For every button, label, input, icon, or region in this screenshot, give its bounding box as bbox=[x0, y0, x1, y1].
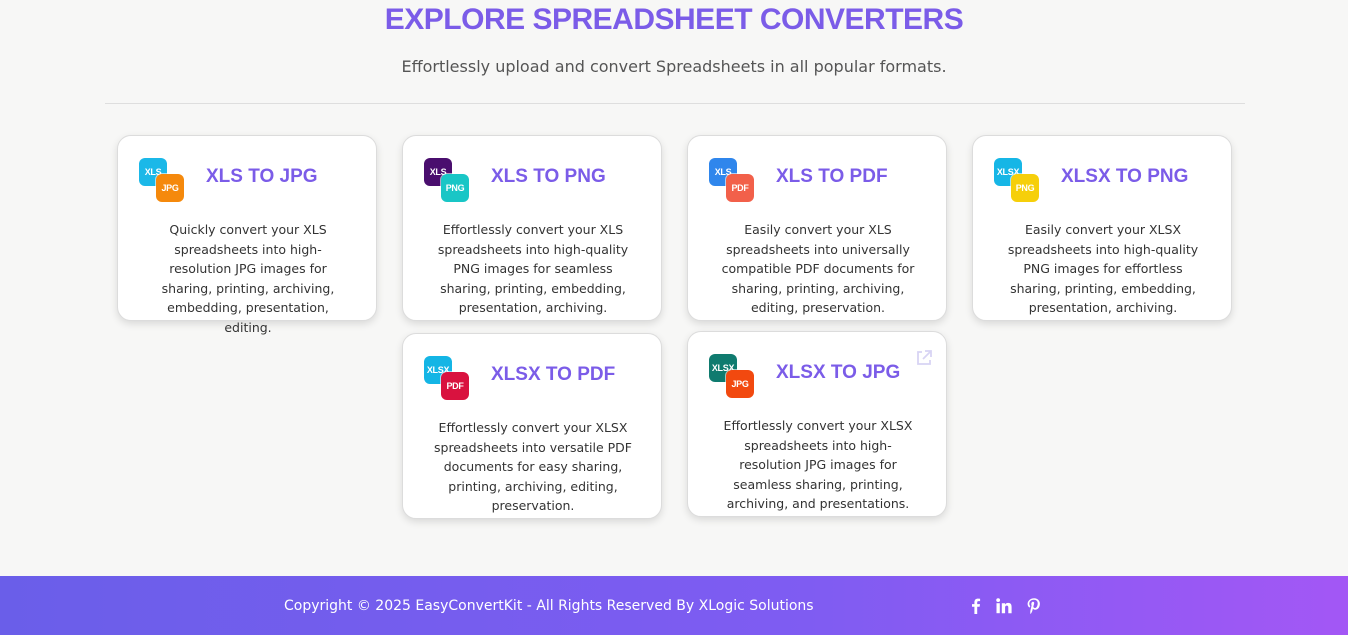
card-title[interactable]: XLSX TO PDF bbox=[491, 360, 615, 390]
converter-icon: XLSX PDF bbox=[424, 356, 470, 402]
page-subtitle: Effortlessly upload and convert Spreadsh… bbox=[401, 57, 947, 76]
card-description: Effortlessly convert your XLSX spreadshe… bbox=[723, 418, 913, 511]
converter-card-xls-to-pdf[interactable]: XLS PDF XLS TO PDF Easily convert your X… bbox=[687, 135, 947, 321]
pinterest-icon[interactable] bbox=[1025, 597, 1043, 615]
to-format-badge: PNG bbox=[441, 174, 469, 202]
facebook-icon[interactable] bbox=[967, 597, 985, 615]
card-description: Easily convert your XLS spreadsheets int… bbox=[721, 222, 915, 315]
to-format-badge: PNG bbox=[1011, 174, 1039, 202]
page-title: EXPLORE SPREADSHEET CONVERTERS bbox=[384, 3, 964, 36]
converter-card-xlsx-to-jpg[interactable]: XLSX JPG XLSX TO JPG Effortlessly conver… bbox=[687, 331, 947, 517]
linkedin-icon[interactable] bbox=[995, 597, 1013, 615]
card-title[interactable]: XLS TO PNG bbox=[491, 162, 606, 192]
to-format-badge: JPG bbox=[156, 174, 184, 202]
card-description: Effortlessly convert your XLS spreadshee… bbox=[437, 222, 629, 315]
converter-card-xlsx-to-png[interactable]: XLSX PNG XLSX TO PNG Easily convert your… bbox=[972, 135, 1232, 321]
card-title[interactable]: XLSX TO JPG bbox=[776, 358, 900, 388]
card-title[interactable]: XLS TO JPG bbox=[206, 162, 318, 192]
to-format-badge: PDF bbox=[441, 372, 469, 400]
converter-icon: XLS PDF bbox=[709, 158, 755, 204]
card-description: Effortlessly convert your XLSX spreadshe… bbox=[434, 420, 632, 513]
copyright-text: Copyright © 2025 EasyConvertKit - All Ri… bbox=[284, 598, 814, 614]
card-description: Easily convert your XLSX spreadsheets in… bbox=[1007, 222, 1199, 315]
card-title[interactable]: XLS TO PDF bbox=[776, 162, 888, 192]
card-title[interactable]: XLSX TO PNG bbox=[1061, 162, 1188, 192]
converter-icon: XLS JPG bbox=[139, 158, 185, 204]
converter-card-xls-to-png[interactable]: XLS PNG XLS TO PNG Effortlessly convert … bbox=[402, 135, 662, 321]
to-format-badge: JPG bbox=[726, 370, 754, 398]
converter-icon: XLS PNG bbox=[424, 158, 470, 204]
card-description: Quickly convert your XLS spreadsheets in… bbox=[161, 222, 335, 335]
converter-icon: XLSX PNG bbox=[994, 158, 1040, 204]
converter-card-xlsx-to-pdf[interactable]: XLSX PDF XLSX TO PDF Effortlessly conver… bbox=[402, 333, 662, 519]
divider bbox=[105, 103, 1245, 104]
to-format-badge: PDF bbox=[726, 174, 754, 202]
external-link-icon[interactable] bbox=[914, 348, 934, 368]
footer: Copyright © 2025 EasyConvertKit - All Ri… bbox=[0, 576, 1348, 635]
converter-card-xls-to-jpg[interactable]: XLS JPG XLS TO JPG Quickly convert your … bbox=[117, 135, 377, 335]
converter-icon: XLSX JPG bbox=[709, 354, 755, 400]
